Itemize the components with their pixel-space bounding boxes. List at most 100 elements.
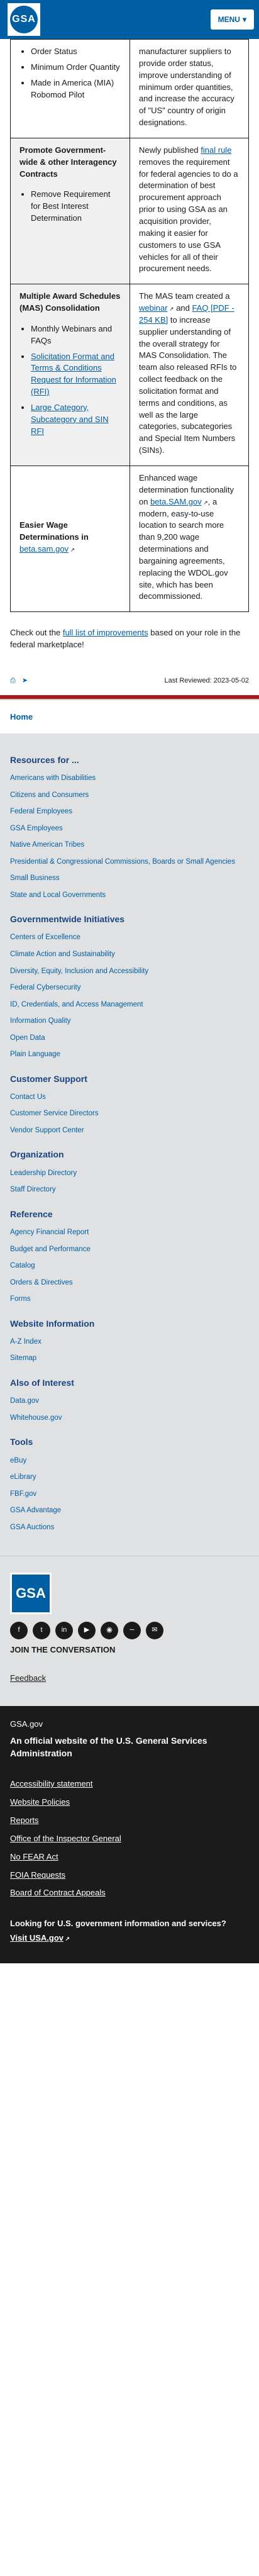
- footer-link[interactable]: eBuy: [10, 1456, 249, 1466]
- reports-link[interactable]: Reports: [10, 1815, 249, 1827]
- footer-section: Organization Leadership Directory Staff Di…: [10, 1148, 249, 1195]
- footer-section: Website Information A-Z Index Sitemap: [10, 1317, 249, 1364]
- youtube-icon[interactable]: ▶: [78, 1622, 96, 1640]
- row-category: Order Status Minimum Order Quantity Made…: [10, 39, 130, 138]
- footer-link[interactable]: A-Z Index: [10, 1337, 249, 1347]
- usa-gov-question: Looking for U.S. government information …: [10, 1919, 226, 1929]
- footer-link[interactable]: Leadership Directory: [10, 1169, 249, 1179]
- footer-section-heading: Website Information: [10, 1318, 95, 1329]
- footer-link[interactable]: Citizens and Consumers: [10, 791, 249, 801]
- footer-link[interactable]: Forms: [10, 1295, 249, 1305]
- chevron-down-icon: ▾: [242, 15, 246, 24]
- list-item: Remove Requirement for Best Interest Det…: [31, 189, 121, 225]
- home-link-bar: Home: [0, 698, 259, 733]
- beta-sam-link[interactable]: beta.sam.gov: [19, 544, 69, 554]
- footer-link[interactable]: Presidential & Congressional Commissions…: [10, 857, 249, 867]
- footer-link[interactable]: Sitemap: [10, 1354, 249, 1364]
- footer-link[interactable]: Open Data: [10, 1034, 249, 1044]
- feedback-link[interactable]: Feedback: [10, 1673, 46, 1685]
- footer-link[interactable]: Data.gov: [10, 1397, 249, 1407]
- share-icon[interactable]: ➤: [22, 676, 28, 686]
- footer-link[interactable]: Small Business: [10, 874, 249, 884]
- linkedin-icon[interactable]: in: [55, 1622, 73, 1640]
- footer-link-list: eBuy eLibrary FBF.gov GSA Advantage GSA Auct…: [10, 1456, 249, 1533]
- footer-link[interactable]: Whitehouse.gov: [10, 1413, 249, 1424]
- footer-link[interactable]: GSA Employees: [10, 824, 249, 834]
- accessibility-statement-link[interactable]: Accessibility statement: [10, 1778, 249, 1790]
- footer-link[interactable]: Catalog: [10, 1261, 249, 1271]
- email-icon[interactable]: ✉: [146, 1622, 163, 1640]
- footer-link-list: A-Z Index Sitemap: [10, 1337, 249, 1364]
- footer-link[interactable]: GSA Auctions: [10, 1523, 249, 1533]
- large-category-rfi-link[interactable]: Large Category, Subcategory and SIN RFI: [31, 403, 109, 436]
- twitter-icon[interactable]: t: [33, 1622, 50, 1640]
- description-text: to increase supplier understanding of th…: [139, 315, 237, 455]
- footer-link[interactable]: Climate Action and Sustainability: [10, 950, 249, 960]
- footer-link[interactable]: Budget and Performance: [10, 1245, 249, 1255]
- instagram-icon[interactable]: ◉: [101, 1622, 118, 1640]
- facebook-icon[interactable]: f: [10, 1622, 28, 1640]
- identifier-title: An official website of the U.S. General …: [10, 1735, 207, 1758]
- footer-link[interactable]: Agency Financial Report: [10, 1228, 249, 1238]
- beta-sam-link[interactable]: beta.SAM.gov: [150, 497, 202, 506]
- footer-link[interactable]: Native American Tribes: [10, 840, 249, 850]
- footer-section: Customer Support Contact Us Customer Servi…: [10, 1073, 249, 1136]
- webinar-link[interactable]: webinar: [139, 303, 168, 313]
- solicitation-rfi-link[interactable]: Solicitation Format and Terms & Conditio…: [31, 352, 116, 397]
- footer-section-heading: Organization: [10, 1149, 64, 1160]
- inspector-general-link[interactable]: Office of the Inspector General: [10, 1833, 249, 1845]
- description-text: , a modern, easy-to-use location to sear…: [139, 496, 228, 601]
- footer-link[interactable]: eLibrary: [10, 1473, 249, 1483]
- final-rule-link[interactable]: final rule: [201, 145, 231, 155]
- footer-link[interactable]: Orders & Directives: [10, 1278, 249, 1288]
- visit-usa-link[interactable]: Visit USA.gov: [10, 1932, 63, 1944]
- footer-section: Resources for ... Americans with Disabili…: [10, 754, 249, 900]
- row-title: Promote Government-wide & other Interage…: [19, 145, 117, 179]
- footer-link[interactable]: FBF.gov: [10, 1490, 249, 1500]
- gsa-logo[interactable]: GSA: [8, 3, 40, 36]
- footer-link[interactable]: Vendor Support Center: [10, 1126, 249, 1136]
- external-link-icon: ↗: [167, 306, 174, 313]
- gsa-footer-logo[interactable]: GSA: [9, 1572, 52, 1615]
- footer-link[interactable]: Plain Language: [10, 1050, 249, 1060]
- share-icons: ⎙ ➤: [10, 676, 28, 686]
- foia-requests-link[interactable]: FOIA Requests: [10, 1870, 249, 1882]
- website-policies-link[interactable]: Website Policies: [10, 1797, 249, 1809]
- menu-button[interactable]: MENU ▾: [210, 9, 254, 30]
- footer-link[interactable]: Contact Us: [10, 1093, 249, 1103]
- social-band: GSA f t in ▶ ◉ ∼ ✉ JOIN THE CONVERSATION…: [0, 1556, 259, 1706]
- row-title: Easier Wage Determinations in: [19, 520, 89, 542]
- full-list-link[interactable]: full list of improvements: [63, 628, 148, 637]
- footer-link[interactable]: State and Local Governments: [10, 891, 249, 901]
- closing-text: Check out the: [10, 628, 63, 638]
- contract-appeals-link[interactable]: Board of Contract Appeals: [10, 1887, 249, 1899]
- footer-link[interactable]: Americans with Disabilities: [10, 774, 249, 784]
- footer-link-list: Centers of Excellence Climate Action and …: [10, 933, 249, 1059]
- footer-link[interactable]: ID, Credentials, and Access Management: [10, 1000, 249, 1010]
- external-link-icon: ↗: [69, 547, 75, 554]
- footer-link[interactable]: Federal Cybersecurity: [10, 983, 249, 993]
- no-fear-act-link[interactable]: No FEAR Act: [10, 1851, 249, 1863]
- row-description: Newly published final rule removes the r…: [130, 137, 249, 285]
- rss-icon[interactable]: ∼: [123, 1622, 141, 1640]
- footer-link[interactable]: Diversity, Equity, Inclusion and Accessi…: [10, 967, 249, 977]
- improvements-table-wrapper: Order Status Minimum Order Quantity Made…: [0, 39, 259, 613]
- share-row: ⎙ ➤ Last Reviewed: 2023-05-02: [0, 676, 259, 695]
- footer-link[interactable]: Staff Directory: [10, 1185, 249, 1195]
- footer-link[interactable]: Federal Employees: [10, 807, 249, 817]
- table-row: Order Status Minimum Order Quantity Made…: [10, 39, 249, 138]
- footer-link[interactable]: Centers of Excellence: [10, 933, 249, 943]
- description-text: removes the requirement for federal agen…: [139, 157, 238, 274]
- footer-section: Also of Interest Data.gov Whitehouse.gov: [10, 1376, 249, 1423]
- list-item: Made in America (MIA) Robomod Pilot: [31, 77, 121, 101]
- print-icon[interactable]: ⎙: [10, 676, 16, 686]
- menu-label: MENU: [218, 15, 240, 24]
- footer-nav: Resources for ... Americans with Disabili…: [0, 733, 259, 1556]
- table-row: Easier Wage Determinations in beta.sam.g…: [10, 465, 249, 613]
- footer-link[interactable]: Customer Service Directors: [10, 1109, 249, 1119]
- home-link[interactable]: Home: [10, 712, 33, 722]
- footer-link[interactable]: Information Quality: [10, 1017, 249, 1027]
- closing-paragraph: Check out the full list of improvements …: [0, 612, 259, 676]
- footer-link[interactable]: GSA Advantage: [10, 1506, 249, 1516]
- description-text: The MAS team created a: [139, 291, 230, 301]
